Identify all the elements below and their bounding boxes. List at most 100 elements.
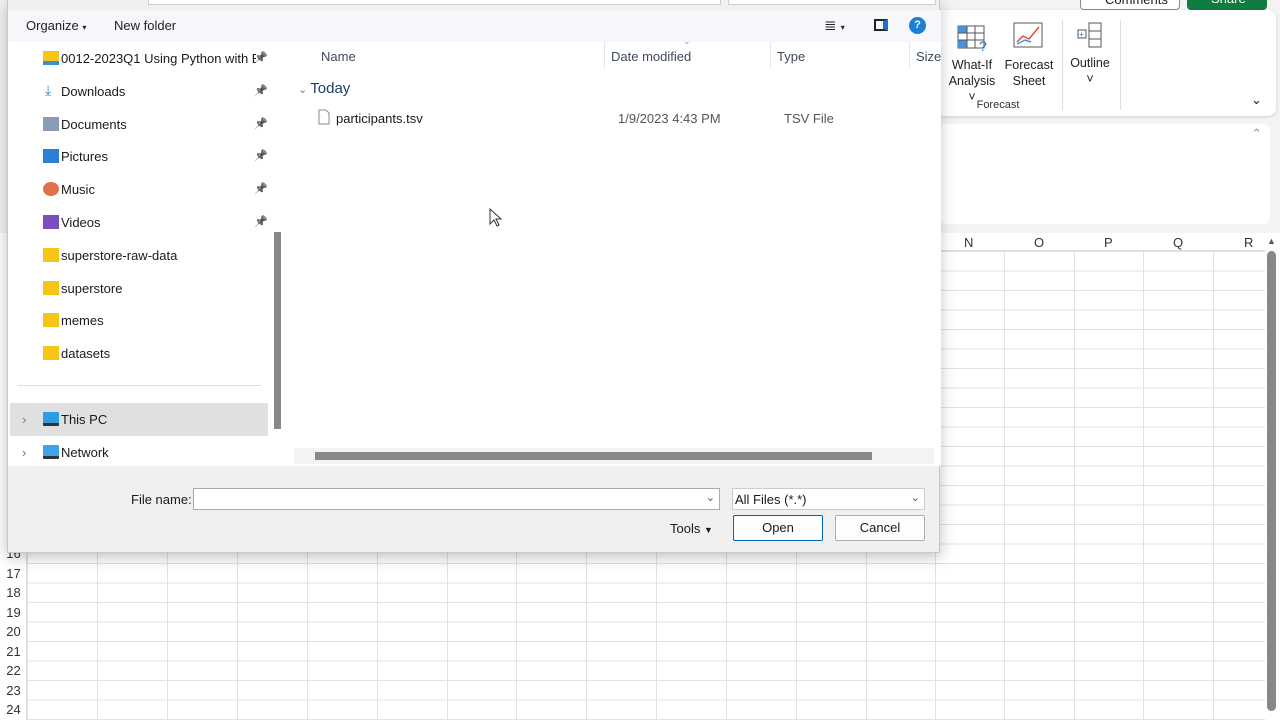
row-header[interactable]: 18 bbox=[0, 583, 27, 603]
analysis-label: Analysis bbox=[948, 74, 996, 88]
scrollbar-thumb[interactable] bbox=[1267, 251, 1276, 711]
row-header[interactable]: 17 bbox=[0, 564, 27, 584]
help-icon[interactable]: ? bbox=[909, 17, 926, 34]
row-header[interactable]: 21 bbox=[0, 642, 27, 662]
new-folder-button[interactable]: New folder bbox=[114, 18, 176, 33]
search-box[interactable] bbox=[728, 0, 936, 5]
outline-button[interactable]: Outline ˅ bbox=[1064, 55, 1116, 87]
nav-item[interactable]: memes bbox=[10, 304, 268, 337]
nav-item[interactable]: Videos 📌 bbox=[10, 206, 268, 239]
nav-item[interactable]: Music 📌 bbox=[10, 173, 268, 206]
file-type: TSV File bbox=[784, 111, 834, 126]
what-if-analysis-icon: ? bbox=[957, 25, 987, 52]
pictures-icon bbox=[43, 149, 59, 164]
outline-label: Outline bbox=[1070, 56, 1110, 70]
file-name-label: File name: bbox=[131, 492, 192, 507]
outline-icon: + bbox=[1077, 22, 1102, 48]
group-label: Today bbox=[310, 80, 351, 97]
cancel-button[interactable]: Cancel bbox=[835, 515, 925, 541]
file-type-filter[interactable]: All Files (*.*) ⌄ bbox=[732, 488, 925, 510]
forecast-sheet-icon bbox=[1013, 22, 1043, 48]
nav-scrollbar[interactable] bbox=[270, 42, 286, 466]
column-header-p[interactable]: P bbox=[1104, 235, 1113, 250]
column-header-r[interactable]: R bbox=[1244, 235, 1253, 250]
column-date-modified[interactable]: Date modified bbox=[611, 49, 691, 64]
open-file-dialog: Organize ▾ New folder ≣ ▾ ? › This PC › … bbox=[7, 0, 941, 553]
formula-bar-expanded[interactable]: ⌃ bbox=[940, 124, 1270, 224]
forecast-sheet-button[interactable]: Forecast Sheet bbox=[1002, 57, 1056, 89]
nav-this-pc[interactable]: › This PC bbox=[10, 403, 268, 436]
column-header-n[interactable]: N bbox=[964, 235, 973, 250]
file-name: participants.tsv bbox=[336, 111, 423, 126]
expand-chevron-icon[interactable]: › bbox=[22, 436, 26, 469]
tools-label: Tools bbox=[670, 521, 701, 536]
pin-icon[interactable]: 📌 bbox=[254, 173, 268, 206]
file-date: 1/9/2023 4:43 PM bbox=[618, 111, 721, 126]
nav-label: Network bbox=[61, 445, 109, 460]
svg-text:+: + bbox=[1079, 30, 1084, 39]
column-header-o[interactable]: O bbox=[1034, 235, 1044, 250]
preview-pane-icon[interactable] bbox=[874, 19, 888, 31]
horizontal-scrollbar[interactable] bbox=[294, 448, 934, 464]
folder-icon bbox=[43, 280, 59, 295]
file-row[interactable]: participants.tsv 1/9/2023 4:43 PM TSV Fi… bbox=[306, 106, 926, 130]
what-if-label: What-If bbox=[951, 58, 993, 72]
folder-icon bbox=[43, 346, 59, 361]
chevron-down-icon[interactable]: ⌄ bbox=[911, 491, 920, 504]
row-header[interactable]: 24 bbox=[0, 700, 27, 720]
row-header[interactable]: 20 bbox=[0, 622, 27, 642]
view-options-icon[interactable]: ≣ ▾ bbox=[824, 16, 845, 34]
row-header[interactable]: 19 bbox=[0, 603, 27, 623]
nav-label: Videos bbox=[61, 215, 101, 230]
row-header[interactable]: 22 bbox=[0, 661, 27, 681]
column-type[interactable]: Type bbox=[777, 49, 805, 64]
download-icon: ⤓ bbox=[45, 81, 52, 98]
nav-label: Downloads bbox=[61, 83, 126, 99]
share-button[interactable]: Share bbox=[1187, 0, 1267, 10]
forecast-label: Forecast bbox=[1004, 58, 1054, 72]
grid-line bbox=[1143, 233, 1144, 720]
organize-button[interactable]: Organize ▾ bbox=[26, 18, 86, 33]
row-header[interactable]: 23 bbox=[0, 681, 27, 701]
folder-icon bbox=[43, 247, 59, 262]
chevron-down-icon[interactable]: ⌄ bbox=[706, 491, 715, 504]
open-button[interactable]: Open bbox=[733, 515, 823, 541]
column-header-q[interactable]: Q bbox=[1173, 235, 1183, 250]
pin-icon[interactable]: 📌 bbox=[254, 42, 268, 75]
file-name-input[interactable]: ⌄ bbox=[193, 488, 720, 510]
column-size[interactable]: Size bbox=[916, 49, 941, 64]
comments-button[interactable]: Comments bbox=[1080, 0, 1180, 10]
file-icon bbox=[318, 109, 330, 125]
nav-item[interactable]: ⤓ Downloads 📌 bbox=[10, 75, 268, 108]
ribbon-expand-icon[interactable]: ⌄ bbox=[1251, 92, 1262, 108]
nav-item[interactable]: 0012-2023Q1 Using Python with Excel📌 bbox=[10, 42, 268, 75]
nav-label: superstore bbox=[61, 280, 123, 296]
column-headers: N O P Q R bbox=[940, 233, 1265, 251]
vertical-scrollbar[interactable]: ▲ bbox=[1265, 233, 1280, 720]
pin-icon[interactable]: 📌 bbox=[254, 140, 268, 173]
svg-text:?: ? bbox=[979, 38, 987, 52]
nav-item[interactable]: Documents 📌 bbox=[10, 108, 268, 141]
nav-item[interactable]: Pictures 📌 bbox=[10, 140, 268, 173]
what-if-analysis-button[interactable]: What-If Analysis ˅ bbox=[944, 57, 1000, 105]
nav-item[interactable]: superstore bbox=[10, 272, 268, 305]
pin-icon[interactable]: 📌 bbox=[254, 75, 268, 108]
filter-value: All Files (*.*) bbox=[735, 492, 807, 507]
mouse-cursor-icon bbox=[489, 208, 503, 227]
nav-label: Documents bbox=[61, 116, 127, 132]
pin-icon[interactable]: 📌 bbox=[254, 108, 268, 141]
navigation-pane: › This PC › Network 0012-2023Q1 Using Py… bbox=[8, 42, 270, 466]
tools-button[interactable]: Tools ▼ bbox=[670, 521, 713, 536]
onedrive-folder-icon bbox=[43, 51, 59, 65]
collapse-chevron-icon[interactable]: ⌃ bbox=[1251, 126, 1262, 142]
address-bar[interactable] bbox=[148, 0, 721, 5]
column-name[interactable]: Name bbox=[321, 49, 356, 64]
scrollbar-thumb[interactable] bbox=[315, 452, 872, 460]
group-header-today[interactable]: ⌄ Today bbox=[298, 80, 350, 97]
expand-chevron-icon[interactable]: › bbox=[22, 403, 26, 436]
pin-icon[interactable]: 📌 bbox=[254, 206, 268, 239]
nav-label: superstore-raw-data bbox=[61, 247, 178, 263]
nav-item[interactable]: superstore-raw-data bbox=[10, 239, 268, 272]
nav-item[interactable]: datasets bbox=[10, 337, 268, 370]
nav-network[interactable]: › Network bbox=[10, 436, 268, 469]
